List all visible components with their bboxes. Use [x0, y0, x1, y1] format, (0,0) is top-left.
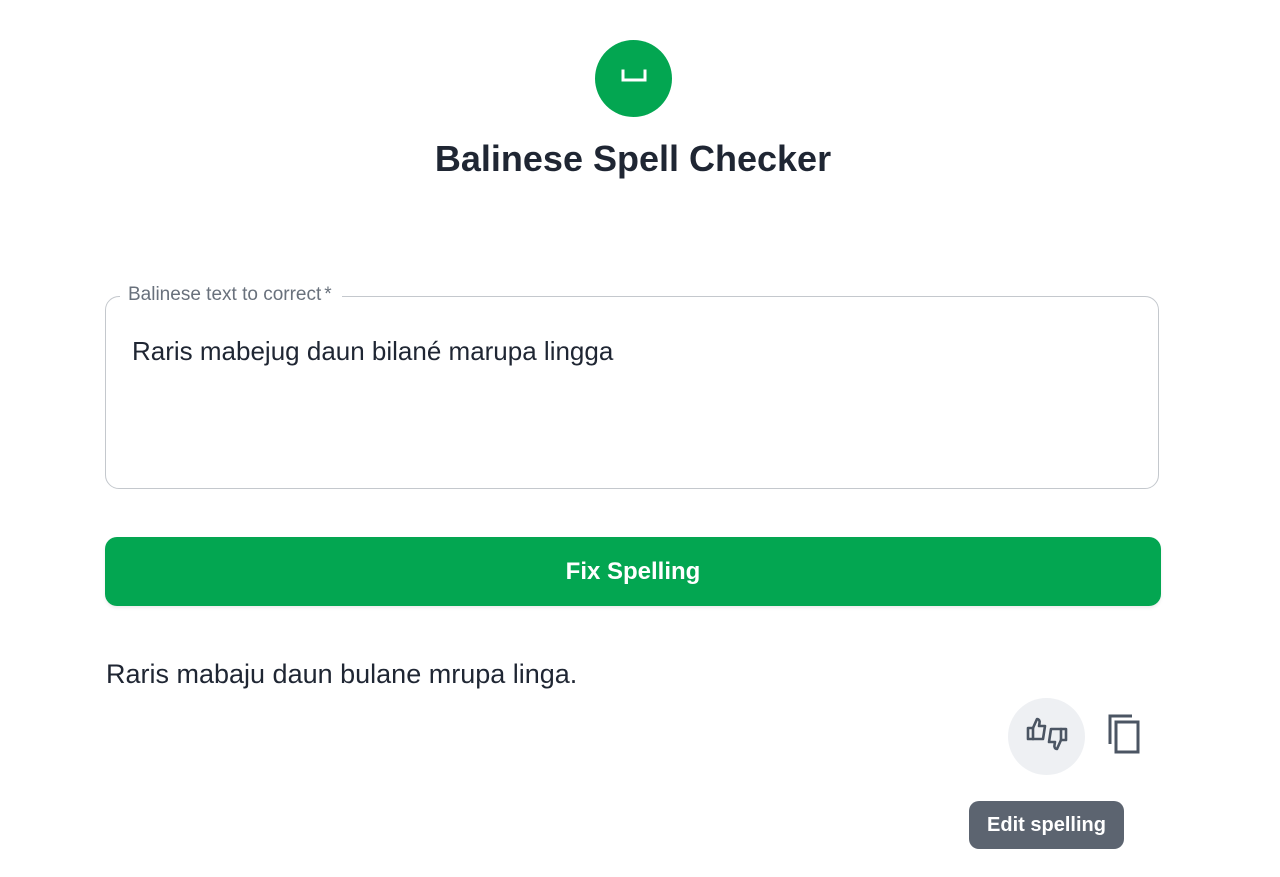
space-bar-icon — [619, 68, 649, 89]
fix-spelling-button[interactable]: Fix Spelling — [105, 537, 1161, 606]
input-label: Balinese text to correct * — [120, 283, 342, 307]
balinese-text-input[interactable]: Raris mabejug daun bilané marupa lingga — [132, 334, 1132, 464]
edit-spelling-tooltip: Edit spelling — [969, 801, 1124, 849]
corrected-text: Raris mabaju daun bulane mrupa linga. — [106, 659, 578, 689]
copy-icon — [1104, 712, 1144, 761]
spell-checker-page: Balinese Spell Checker Balinese text to … — [0, 0, 1280, 877]
thumbs-up-down-icon — [1024, 714, 1070, 759]
copy-button[interactable] — [1098, 710, 1150, 762]
edit-spelling-button[interactable] — [1008, 698, 1085, 775]
required-marker: * — [324, 284, 332, 305]
input-label-text: Balinese text to correct — [128, 284, 322, 305]
page-title: Balinese Spell Checker — [434, 138, 832, 179]
logo — [595, 40, 672, 117]
